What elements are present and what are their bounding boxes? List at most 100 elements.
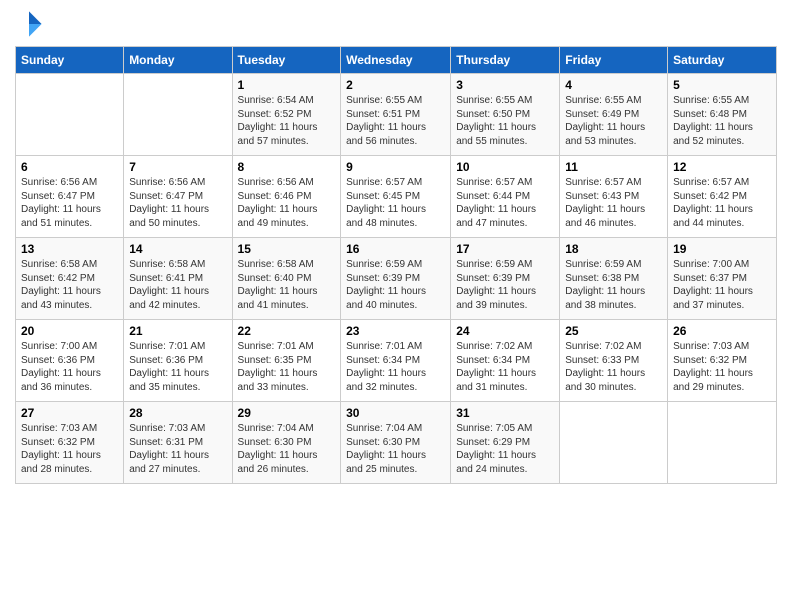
- day-cell: 18 Sunrise: 6:59 AM Sunset: 6:38 PM Dayli…: [560, 238, 668, 320]
- day-number: 15: [238, 242, 336, 256]
- day-detail: Sunrise: 6:55 AM Sunset: 6:50 PM Dayligh…: [456, 94, 554, 148]
- calendar-table: SundayMondayTuesdayWednesdayThursdayFrid…: [15, 46, 777, 484]
- day-cell: 5Sunrise: 6:55 AM Sunset: 6:48 PM Daylig…: [668, 74, 777, 156]
- day-number: 10: [456, 160, 554, 174]
- day-cell: 4 Sunrise: 6:55 AM Sunset: 6:49 PM Daylig…: [560, 74, 668, 156]
- logo-icon: [15, 10, 43, 38]
- day-cell: 8Sunrise: 6:56 AM Sunset: 6:46 PM Daylig…: [232, 156, 341, 238]
- day-cell: 10 Sunrise: 6:57 AM Sunset: 6:44 PM Dayli…: [451, 156, 560, 238]
- col-header-monday: Monday: [124, 47, 232, 74]
- day-detail: Sunrise: 6:59 AM Sunset: 6:38 PM Dayligh…: [565, 258, 662, 312]
- day-cell: 12Sunrise: 6:57 AM Sunset: 6:42 PM Dayli…: [668, 156, 777, 238]
- day-detail: Sunrise: 7:00 AM Sunset: 6:37 PM Dayligh…: [673, 258, 771, 312]
- day-cell: 26Sunrise: 7:03 AM Sunset: 6:32 PM Dayli…: [668, 320, 777, 402]
- day-detail: Sunrise: 7:02 AM Sunset: 6:34 PM Dayligh…: [456, 340, 554, 394]
- day-cell: [668, 402, 777, 484]
- week-row-3: 13 Sunrise: 6:58 AM Sunset: 6:42 PM Dayli…: [16, 238, 777, 320]
- week-row-5: 27 Sunrise: 7:03 AM Sunset: 6:32 PM Dayli…: [16, 402, 777, 484]
- day-detail: Sunrise: 6:58 AM Sunset: 6:42 PM Dayligh…: [21, 258, 118, 312]
- day-detail: Sunrise: 7:04 AM Sunset: 6:30 PM Dayligh…: [346, 422, 445, 476]
- day-detail: Sunrise: 6:58 AM Sunset: 6:40 PM Dayligh…: [238, 258, 336, 312]
- day-detail: Sunrise: 7:04 AM Sunset: 6:30 PM Dayligh…: [238, 422, 336, 476]
- day-number: 18: [565, 242, 662, 256]
- day-number: 8: [238, 160, 336, 174]
- day-detail: Sunrise: 6:55 AM Sunset: 6:51 PM Dayligh…: [346, 94, 445, 148]
- day-detail: Sunrise: 6:56 AM Sunset: 6:47 PM Dayligh…: [21, 176, 118, 230]
- day-number: 22: [238, 324, 336, 338]
- day-detail: Sunrise: 7:01 AM Sunset: 6:34 PM Dayligh…: [346, 340, 445, 394]
- day-cell: 13 Sunrise: 6:58 AM Sunset: 6:42 PM Dayli…: [16, 238, 124, 320]
- day-cell: 3 Sunrise: 6:55 AM Sunset: 6:50 PM Daylig…: [451, 74, 560, 156]
- day-number: 28: [129, 406, 226, 420]
- day-cell: 30 Sunrise: 7:04 AM Sunset: 6:30 PM Dayli…: [341, 402, 451, 484]
- logo: [15, 10, 47, 38]
- day-number: 12: [673, 160, 771, 174]
- day-detail: Sunrise: 7:03 AM Sunset: 6:32 PM Dayligh…: [21, 422, 118, 476]
- day-number: 13: [21, 242, 118, 256]
- day-number: 23: [346, 324, 445, 338]
- day-number: 20: [21, 324, 118, 338]
- day-cell: [16, 74, 124, 156]
- day-cell: 17Sunrise: 6:59 AM Sunset: 6:39 PM Dayli…: [451, 238, 560, 320]
- day-cell: 7Sunrise: 6:56 AM Sunset: 6:47 PM Daylig…: [124, 156, 232, 238]
- day-number: 6: [21, 160, 118, 174]
- header-row: SundayMondayTuesdayWednesdayThursdayFrid…: [16, 47, 777, 74]
- day-cell: 19 Sunrise: 7:00 AM Sunset: 6:37 PM Dayli…: [668, 238, 777, 320]
- day-cell: 1Sunrise: 6:54 AM Sunset: 6:52 PM Daylig…: [232, 74, 341, 156]
- day-cell: 28 Sunrise: 7:03 AM Sunset: 6:31 PM Dayli…: [124, 402, 232, 484]
- day-detail: Sunrise: 6:57 AM Sunset: 6:44 PM Dayligh…: [456, 176, 554, 230]
- day-detail: Sunrise: 6:57 AM Sunset: 6:45 PM Dayligh…: [346, 176, 445, 230]
- day-cell: 9 Sunrise: 6:57 AM Sunset: 6:45 PM Daylig…: [341, 156, 451, 238]
- col-header-friday: Friday: [560, 47, 668, 74]
- day-number: 25: [565, 324, 662, 338]
- day-cell: 29 Sunrise: 7:04 AM Sunset: 6:30 PM Dayli…: [232, 402, 341, 484]
- day-detail: Sunrise: 6:59 AM Sunset: 6:39 PM Dayligh…: [346, 258, 445, 312]
- day-number: 2: [346, 78, 445, 92]
- day-number: 16: [346, 242, 445, 256]
- day-detail: Sunrise: 7:05 AM Sunset: 6:29 PM Dayligh…: [456, 422, 554, 476]
- day-detail: Sunrise: 7:03 AM Sunset: 6:32 PM Dayligh…: [673, 340, 771, 394]
- day-detail: Sunrise: 6:59 AM Sunset: 6:39 PM Dayligh…: [456, 258, 554, 312]
- day-cell: 2 Sunrise: 6:55 AM Sunset: 6:51 PM Daylig…: [341, 74, 451, 156]
- day-number: 27: [21, 406, 118, 420]
- day-cell: 22 Sunrise: 7:01 AM Sunset: 6:35 PM Dayli…: [232, 320, 341, 402]
- day-cell: 20 Sunrise: 7:00 AM Sunset: 6:36 PM Dayli…: [16, 320, 124, 402]
- day-cell: 16 Sunrise: 6:59 AM Sunset: 6:39 PM Dayli…: [341, 238, 451, 320]
- week-row-2: 6 Sunrise: 6:56 AM Sunset: 6:47 PM Daylig…: [16, 156, 777, 238]
- day-detail: Sunrise: 7:00 AM Sunset: 6:36 PM Dayligh…: [21, 340, 118, 394]
- day-cell: 11 Sunrise: 6:57 AM Sunset: 6:43 PM Dayli…: [560, 156, 668, 238]
- day-cell: 6 Sunrise: 6:56 AM Sunset: 6:47 PM Daylig…: [16, 156, 124, 238]
- day-detail: Sunrise: 7:03 AM Sunset: 6:31 PM Dayligh…: [129, 422, 226, 476]
- day-cell: 15 Sunrise: 6:58 AM Sunset: 6:40 PM Dayli…: [232, 238, 341, 320]
- week-row-1: 1Sunrise: 6:54 AM Sunset: 6:52 PM Daylig…: [16, 74, 777, 156]
- day-number: 4: [565, 78, 662, 92]
- day-cell: 31 Sunrise: 7:05 AM Sunset: 6:29 PM Dayli…: [451, 402, 560, 484]
- day-detail: Sunrise: 6:58 AM Sunset: 6:41 PM Dayligh…: [129, 258, 226, 312]
- day-number: 21: [129, 324, 226, 338]
- day-cell: [124, 74, 232, 156]
- day-number: 30: [346, 406, 445, 420]
- week-row-4: 20 Sunrise: 7:00 AM Sunset: 6:36 PM Dayli…: [16, 320, 777, 402]
- day-cell: 21 Sunrise: 7:01 AM Sunset: 6:36 PM Dayli…: [124, 320, 232, 402]
- col-header-tuesday: Tuesday: [232, 47, 341, 74]
- day-detail: Sunrise: 6:57 AM Sunset: 6:43 PM Dayligh…: [565, 176, 662, 230]
- day-number: 7: [129, 160, 226, 174]
- day-number: 31: [456, 406, 554, 420]
- day-number: 11: [565, 160, 662, 174]
- day-detail: Sunrise: 6:54 AM Sunset: 6:52 PM Dayligh…: [238, 94, 336, 148]
- day-cell: [560, 402, 668, 484]
- day-cell: 14 Sunrise: 6:58 AM Sunset: 6:41 PM Dayli…: [124, 238, 232, 320]
- day-number: 9: [346, 160, 445, 174]
- day-number: 5: [673, 78, 771, 92]
- day-cell: 23 Sunrise: 7:01 AM Sunset: 6:34 PM Dayli…: [341, 320, 451, 402]
- day-cell: 27 Sunrise: 7:03 AM Sunset: 6:32 PM Dayli…: [16, 402, 124, 484]
- day-detail: Sunrise: 6:55 AM Sunset: 6:49 PM Dayligh…: [565, 94, 662, 148]
- day-number: 14: [129, 242, 226, 256]
- day-number: 29: [238, 406, 336, 420]
- day-detail: Sunrise: 7:02 AM Sunset: 6:33 PM Dayligh…: [565, 340, 662, 394]
- day-number: 3: [456, 78, 554, 92]
- day-detail: Sunrise: 7:01 AM Sunset: 6:36 PM Dayligh…: [129, 340, 226, 394]
- day-detail: Sunrise: 7:01 AM Sunset: 6:35 PM Dayligh…: [238, 340, 336, 394]
- day-number: 19: [673, 242, 771, 256]
- col-header-saturday: Saturday: [668, 47, 777, 74]
